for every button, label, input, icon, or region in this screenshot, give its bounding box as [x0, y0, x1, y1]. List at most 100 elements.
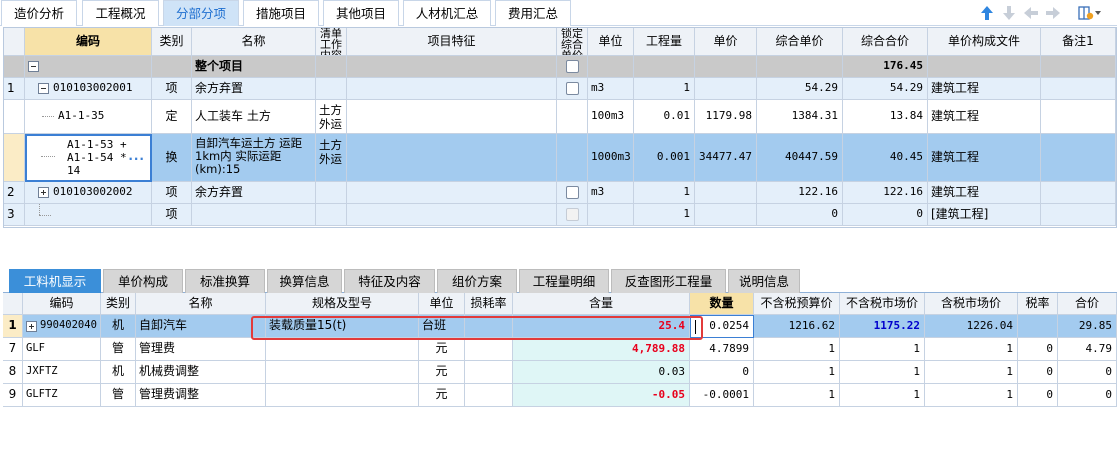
res-row1-name[interactable]: 自卸汽车 — [136, 315, 266, 338]
res-row9-content[interactable]: -0.05 — [513, 384, 690, 407]
row1-lock[interactable] — [557, 78, 588, 100]
header-unit[interactable]: 单位 — [419, 293, 465, 315]
row3-work[interactable]: 土方外运 — [316, 134, 347, 182]
tab-quantity-detail[interactable]: 工程量明细 — [519, 269, 609, 293]
tab-fee-summary[interactable]: 费用汇总 — [495, 0, 571, 26]
arrow-left-icon[interactable] — [1022, 3, 1040, 23]
row5-code[interactable] — [25, 204, 152, 226]
row5-qty[interactable]: 1 — [634, 204, 695, 226]
row2-code[interactable]: A1-1-35 — [25, 100, 152, 134]
row-whole-name[interactable]: 整个项目 — [192, 56, 316, 78]
arrow-right-icon[interactable] — [1044, 3, 1062, 23]
header-unit[interactable]: 单位 — [588, 28, 634, 56]
res-row7-content[interactable]: 4,789.88 — [513, 338, 690, 361]
header-note[interactable]: 备注1 — [1041, 28, 1116, 56]
row1-code[interactable]: 010103002001 — [25, 78, 152, 100]
column-settings-icon[interactable] — [1076, 3, 1104, 23]
tab-conversion-info[interactable]: 换算信息 — [267, 269, 342, 293]
header-name[interactable]: 名称 — [192, 28, 316, 56]
res-row8-loss[interactable] — [465, 361, 513, 384]
res-row7-loss[interactable] — [465, 338, 513, 361]
res-row8-amount[interactable]: 0 — [690, 361, 754, 384]
row2-name[interactable]: 人工装车 土方 — [192, 100, 316, 134]
tab-description[interactable]: 说明信息 — [728, 269, 800, 293]
tab-measures[interactable]: 措施项目 — [243, 0, 319, 26]
lock-checkbox[interactable] — [565, 60, 579, 73]
res-row9-loss[interactable] — [465, 384, 513, 407]
header-market-price-tax[interactable]: 含税市场价 — [925, 293, 1018, 315]
res-row8-content[interactable]: 0.03 — [513, 361, 690, 384]
res-row9-amount[interactable]: -0.0001 — [690, 384, 754, 407]
header-market-price[interactable]: 不含税市场价 — [840, 293, 925, 315]
collapse-icon[interactable] — [38, 83, 49, 94]
header-type[interactable]: 类别 — [101, 293, 136, 315]
row-whole-lock[interactable] — [557, 56, 588, 78]
res-row1-amount-input[interactable]: 0.0254 — [690, 315, 754, 338]
more-options-icon[interactable]: ··· — [128, 152, 145, 166]
header-unit-price[interactable]: 综合单价 — [757, 28, 843, 56]
tab-standard-conversion[interactable]: 标准换算 — [185, 269, 265, 293]
header-loss-rate[interactable]: 损耗率 — [465, 293, 513, 315]
expand-icon[interactable] — [26, 320, 37, 332]
tab-pricing-scheme[interactable]: 组价方案 — [437, 269, 517, 293]
res-row7-amount[interactable]: 4.7899 — [690, 338, 754, 361]
arrow-up-icon[interactable] — [978, 3, 996, 23]
tab-price-composition[interactable]: 单价构成 — [103, 269, 183, 293]
header-budget-price[interactable]: 不含税预算价 — [754, 293, 840, 315]
header-amount[interactable]: 数量 — [690, 293, 754, 315]
row5-feature[interactable] — [347, 204, 557, 226]
tab-sub-items[interactable]: 分部分项 — [163, 0, 239, 26]
header-tax-rate[interactable]: 税率 — [1018, 293, 1058, 315]
header-name[interactable]: 名称 — [136, 293, 266, 315]
row3-name[interactable]: 自卸汽车运土方 运距 1km内 实际运距 (km):15 — [192, 134, 316, 182]
res-row7-name[interactable]: 管理费 — [136, 338, 266, 361]
tab-reverse-graphic-quantity[interactable]: 反查图形工程量 — [611, 269, 726, 293]
row4-name[interactable]: 余方弃置 — [192, 182, 316, 204]
res-row1-loss[interactable] — [465, 315, 513, 338]
res-row7-spec[interactable] — [266, 338, 419, 361]
header-code[interactable]: 编码 — [23, 293, 101, 315]
res-row8-spec[interactable] — [266, 361, 419, 384]
header-quantity[interactable]: 工程量 — [634, 28, 695, 56]
tab-project-overview[interactable]: 工程概况 — [82, 0, 159, 26]
res-row9-code[interactable]: GLFTZ — [23, 384, 101, 407]
tab-labor-material-summary[interactable]: 人材机汇总 — [403, 0, 491, 26]
res-row7-code[interactable]: GLF — [23, 338, 101, 361]
tab-other-items[interactable]: 其他项目 — [323, 0, 399, 26]
collapse-icon[interactable] — [28, 61, 39, 72]
row1-name[interactable]: 余方弃置 — [192, 78, 316, 100]
tab-cost-analysis[interactable]: 造价分析 — [1, 0, 77, 26]
header-code[interactable]: 编码 — [25, 28, 152, 56]
header-spec[interactable]: 规格及型号 — [266, 293, 419, 315]
res-row8-market[interactable]: 1 — [840, 361, 925, 384]
res-row7-market[interactable]: 1 — [840, 338, 925, 361]
row3-code[interactable]: A1-1-53 + A1-1-54 * 14 ··· — [25, 134, 152, 182]
tab-feature-content[interactable]: 特征及内容 — [344, 269, 435, 293]
header-content[interactable]: 含量 — [513, 293, 690, 315]
header-price-file[interactable]: 单价构成文件 — [928, 28, 1041, 56]
row4-lock[interactable] — [557, 182, 588, 204]
row1-qty[interactable]: 1 — [634, 78, 695, 100]
row3-qty[interactable]: 0.001 — [634, 134, 695, 182]
lock-checkbox[interactable] — [565, 186, 579, 199]
header-total[interactable]: 合价 — [1058, 293, 1117, 315]
res-row8-code[interactable]: JXFTZ — [23, 361, 101, 384]
row4-code[interactable]: 010103002002 — [25, 182, 152, 204]
header-lock-price[interactable]: 锁定 综合 单价 — [557, 28, 588, 56]
row1-feature[interactable] — [347, 78, 557, 100]
res-row9-name[interactable]: 管理费调整 — [136, 384, 266, 407]
res-row1-market[interactable]: 1175.22 — [840, 315, 925, 338]
row4-feature[interactable] — [347, 182, 557, 204]
row4-qty[interactable]: 1 — [634, 182, 695, 204]
tab-labor-material-machine[interactable]: 工料机显示 — [9, 269, 101, 293]
row2-work[interactable]: 土方外运 — [316, 100, 347, 134]
res-row1-code[interactable]: 990402040 — [23, 315, 101, 338]
header-price[interactable]: 单价 — [695, 28, 757, 56]
res-row9-market[interactable]: 1 — [840, 384, 925, 407]
lock-checkbox[interactable] — [565, 82, 579, 95]
res-row1-spec[interactable]: 装载质量15(t) — [266, 315, 419, 338]
res-row1-content[interactable]: 25.4 — [513, 315, 690, 338]
header-type[interactable]: 类别 — [152, 28, 192, 56]
header-work-content[interactable]: 清单 工作 内容 — [316, 28, 347, 56]
header-feature[interactable]: 项目特征 — [347, 28, 557, 56]
